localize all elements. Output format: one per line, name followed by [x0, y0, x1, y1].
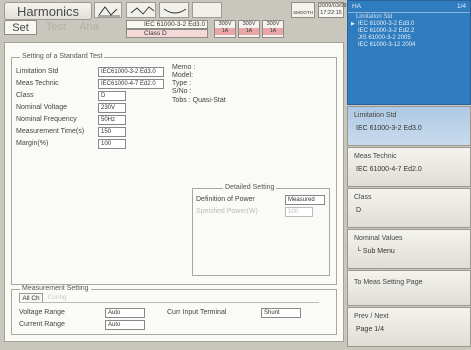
list-page: 1/4 [456, 3, 466, 10]
measurement-time-label: Measurement Time(s) [16, 128, 85, 135]
softkey-title: To Meas Setting Page [354, 279, 423, 286]
measurement-time-field[interactable]: 150 [98, 127, 126, 137]
meas-technic-field[interactable]: IEC61000-4-7 Ed2.0 [98, 79, 164, 89]
softkey-title: Meas Technic [354, 153, 397, 160]
list-item[interactable]: IEC 61000-3-2 Ed3.0 [348, 21, 470, 28]
right-column: HA 1/4 Limitation Std IEC 61000-3-2 Ed3.… [347, 0, 471, 350]
measurement-group-title: Measurement Setting [20, 285, 91, 292]
class-softkey[interactable]: Class D [347, 188, 471, 228]
margin-field[interactable]: 100 [98, 139, 126, 149]
date-text: 2009/03/09 [319, 3, 347, 9]
blank-mode-icon[interactable] [192, 2, 222, 18]
softkey-value: D [356, 207, 362, 214]
type-label: Type : [172, 80, 192, 87]
class-indicator: Class D [126, 29, 208, 38]
limitation-std-softkey[interactable]: Limitation Std IEC 61000-3-2 Ed3.0 [347, 106, 471, 146]
list-subtitle: Limitation Std [356, 14, 393, 20]
waveform-icon [130, 6, 155, 15]
softkey-title: Prev / Next [354, 313, 389, 320]
harmonics-mode-icon[interactable] [94, 2, 122, 18]
specified-power-field: 100 [285, 207, 313, 217]
range-indicator-1: 300V 1A [214, 20, 236, 38]
flicker-mode-icon[interactable] [159, 2, 189, 18]
standard-group-title: Setting of a Standard Test [20, 53, 105, 60]
main-panel: Setting of a Standard Test Limitation St… [4, 42, 344, 342]
list-header: HA 1/4 [348, 1, 470, 13]
definition-of-power-label: Definition of Power [196, 196, 255, 203]
model-label: Model: [172, 72, 194, 79]
specified-power-label: Specified Power(W) [196, 208, 258, 215]
class-label: Class [16, 92, 34, 99]
softkey-title: Nominal Values [354, 235, 403, 242]
list-item[interactable]: JIS 61000-3-2 2005 [348, 35, 470, 42]
voltage-range-field[interactable]: Auto [105, 308, 145, 318]
nominal-values-softkey[interactable]: Nominal Values └ Sub Menu [347, 229, 471, 269]
definition-of-power-field[interactable]: Measured [285, 195, 325, 205]
tab-test[interactable]: Test [40, 20, 72, 35]
range-indicator-3: 300V 1A [262, 20, 284, 38]
softkey-value: IEC 61000-4-7 Ed2.0 [356, 166, 422, 173]
current-range-label: Current Range [19, 321, 65, 328]
nominal-frequency-field[interactable]: 50Hz [98, 115, 126, 125]
tab-set[interactable]: Set [4, 20, 37, 35]
tab-divider [19, 302, 319, 303]
datetime: 2009/03/09 17:22:15 [318, 2, 347, 18]
softkey-title: Class [354, 194, 372, 201]
softkey-value: IEC 61000-3-2 Ed3.0 [356, 125, 422, 132]
softkey-value: Page 1/4 [356, 326, 385, 333]
detailed-setting-group: Detailed Setting Definition of Power Mea… [192, 184, 330, 276]
app-title: Harmonics [4, 2, 92, 20]
time-text: 17:22:15 [320, 10, 342, 16]
softkey-title: Limitation Std [354, 112, 397, 119]
memo-label: Memo : [172, 64, 196, 71]
selection-list[interactable]: HA 1/4 Limitation Std IEC 61000-3-2 Ed3.… [347, 0, 471, 105]
curr-input-terminal-field[interactable]: Shunt [261, 308, 301, 318]
tobs-label: Tobs : Quasi-Stat [172, 97, 226, 104]
class-field[interactable]: D [98, 91, 126, 101]
margin-label: Margin(%) [16, 140, 49, 147]
header: Harmonics Set Test Ana SMOOTH IEC 61000-… [0, 0, 347, 38]
current-range-field[interactable]: Auto [105, 320, 145, 330]
list-title: HA [352, 3, 362, 10]
voltage-range-label: Voltage Range [19, 309, 65, 316]
meas-technic-softkey[interactable]: Meas Technic IEC 61000-4-7 Ed2.0 [347, 147, 471, 187]
bar-graph-icon [98, 6, 120, 17]
softkey-value: └ Sub Menu [356, 248, 395, 255]
meas-technic-label: Meas Technic [16, 80, 59, 87]
standard-test-group: Setting of a Standard Test Limitation St… [11, 53, 337, 285]
list-item[interactable]: IEC 61000-3-2 Ed2.2 [348, 28, 470, 35]
range-indicator-2: 300V 1A [238, 20, 260, 38]
curr-input-terminal-label: Curr Input Terminal [167, 309, 227, 316]
serial-label: S/No : [172, 88, 192, 95]
limitation-std-label: Limitation Std [16, 68, 59, 75]
nominal-voltage-label: Nominal Voltage [16, 104, 67, 111]
list-item[interactable]: IEC 61000-3-12 2004 [348, 42, 470, 49]
to-meas-setting-softkey[interactable]: To Meas Setting Page [347, 270, 471, 306]
prev-next-softkey[interactable]: Prev / Next Page 1/4 [347, 307, 471, 347]
smooth-button[interactable]: SMOOTH [291, 2, 315, 18]
nominal-voltage-field[interactable]: 230V [98, 103, 126, 113]
detailed-group-title: Detailed Setting [223, 184, 277, 191]
nominal-frequency-label: Nominal Frequency [16, 116, 77, 123]
tab-ana[interactable]: Ana [74, 20, 104, 35]
std-indicator: IEC 61000-3-2 Ed3.0 [126, 20, 208, 29]
limitation-std-field[interactable]: IEC61000-3-2 Ed3.0 [98, 67, 164, 77]
waveform-mode-icon[interactable] [126, 2, 156, 18]
flicker-icon [163, 8, 187, 14]
